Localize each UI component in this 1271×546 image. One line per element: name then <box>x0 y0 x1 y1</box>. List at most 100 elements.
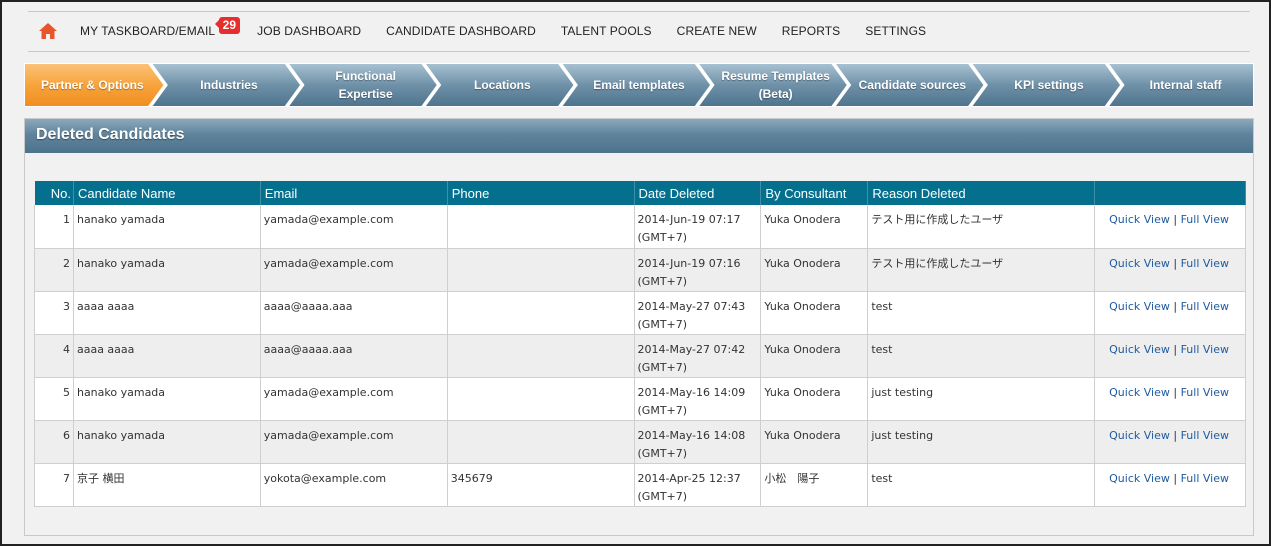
cell-candidate-name: 京子 横田 <box>72 463 261 507</box>
table-row: 4 aaaa aaaa aaaa@aaaa.aaa 2014-May-27 07:42… <box>34 334 1246 378</box>
step-4[interactable]: Email templates <box>577 63 702 107</box>
cell-no: 6 <box>34 420 74 464</box>
cell-date-deleted: 2014-May-27 07:42 (GMT+7) <box>633 334 762 378</box>
table-row: 7 京子 横田 yokota@example.com 345679 2014-Apr-2… <box>34 463 1246 507</box>
quick-view-link[interactable]: Quick View <box>1109 257 1170 270</box>
timezone-text: (GMT+7) <box>637 489 688 503</box>
step-0[interactable]: Partner & Options <box>30 63 155 107</box>
cell-phone <box>446 420 635 464</box>
timezone-text: (GMT+7) <box>637 360 688 374</box>
full-view-link[interactable]: Full View <box>1181 386 1229 399</box>
nav-settings[interactable]: SETTINGS <box>865 24 926 38</box>
date-text: 2014-Apr-25 12:37 <box>637 471 741 485</box>
cell-phone <box>446 248 635 292</box>
col-by-consultant[interactable]: By Consultant <box>760 181 869 205</box>
link-separator: | <box>1173 256 1178 270</box>
cell-candidate-name: hanako yamada <box>72 205 261 249</box>
notification-badge: 29 <box>214 17 241 34</box>
step-7[interactable]: KPI settings <box>987 63 1112 107</box>
quick-view-link[interactable]: Quick View <box>1109 343 1170 356</box>
link-separator: | <box>1173 299 1178 313</box>
cell-candidate-name: aaaa aaaa <box>72 291 261 335</box>
step-1[interactable]: Industries <box>167 63 292 107</box>
cell-actions: Quick View | Full View <box>1094 248 1246 292</box>
cell-actions: Quick View | Full View <box>1094 205 1246 249</box>
cell-reason: test <box>867 334 1096 378</box>
cell-date-deleted: 2014-May-16 14:09 (GMT+7) <box>633 377 762 421</box>
table-row: 3 aaaa aaaa aaaa@aaaa.aaa 2014-May-27 07:43… <box>34 291 1246 335</box>
nav-candidate-dashboard[interactable]: CANDIDATE DASHBOARD <box>386 24 536 38</box>
step-label-line1: Internal staff <box>1149 78 1222 92</box>
cell-phone <box>446 377 635 421</box>
cell-reason: テスト用に作成したユーザ <box>867 248 1096 292</box>
cell-consultant: Yuka Onodera <box>760 377 869 421</box>
step-label-line1: Email templates <box>593 78 685 92</box>
step-3[interactable]: Locations <box>440 63 565 107</box>
step-6[interactable]: Candidate sources <box>850 63 975 107</box>
date-text: 2014-Jun-19 07:17 <box>637 213 741 226</box>
full-view-link[interactable]: Full View <box>1181 300 1229 313</box>
step-label-line2: (Beta) <box>758 87 793 101</box>
cell-no: 7 <box>34 463 74 507</box>
nav-my-taskboard[interactable]: MY TASKBOARD/EMAIL 29 <box>80 17 241 38</box>
full-view-link[interactable]: Full View <box>1181 213 1229 226</box>
nav-create-new[interactable]: CREATE NEW <box>677 24 757 38</box>
step-8[interactable]: Internal staff <box>1123 63 1248 107</box>
panel-title: Deleted Candidates <box>25 119 1253 153</box>
quick-view-link[interactable]: Quick View <box>1109 300 1170 313</box>
step-5[interactable]: Resume Templates (Beta) <box>713 63 838 107</box>
cell-reason: just testing <box>867 377 1096 421</box>
cell-email: yokota@example.com <box>259 463 448 507</box>
step-label: Locations <box>474 76 531 94</box>
quick-view-link[interactable]: Quick View <box>1109 429 1170 442</box>
col-email[interactable]: Email <box>260 181 448 205</box>
step-label: Resume Templates (Beta) <box>721 67 830 103</box>
quick-view-link[interactable]: Quick View <box>1109 472 1170 485</box>
cell-no: 5 <box>34 377 74 421</box>
date-text: 2014-May-27 07:42 <box>637 342 746 356</box>
col-no[interactable]: No. <box>34 181 74 205</box>
full-view-link[interactable]: Full View <box>1181 472 1229 485</box>
cell-phone <box>446 334 635 378</box>
step-2[interactable]: Functional Expertise <box>303 63 428 107</box>
nav-label: MY TASKBOARD/EMAIL <box>80 24 216 38</box>
app-frame: MY TASKBOARD/EMAIL 29 JOB DASHBOARD CAND… <box>0 0 1271 546</box>
full-view-link[interactable]: Full View <box>1181 429 1229 442</box>
cell-candidate-name: aaaa aaaa <box>72 334 261 378</box>
cell-date-deleted: 2014-Jun-19 07:16 (GMT+7) <box>633 248 762 292</box>
cell-consultant: Yuka Onodera <box>760 205 869 249</box>
full-view-link[interactable]: Full View <box>1181 343 1229 356</box>
timezone-text: (GMT+7) <box>637 274 688 288</box>
col-phone[interactable]: Phone <box>447 181 635 205</box>
cell-consultant: Yuka Onodera <box>760 420 869 464</box>
full-view-link[interactable]: Full View <box>1181 257 1229 270</box>
cell-reason: just testing <box>867 420 1096 464</box>
deleted-candidates-table: No. Candidate Name Email Phone Date Dele… <box>34 181 1246 507</box>
step-label: Functional Expertise <box>335 67 396 103</box>
deleted-candidates-panel: Deleted Candidates No. Candidate Name Em… <box>24 118 1254 536</box>
step-label: Partner & Options <box>41 76 144 94</box>
quick-view-link[interactable]: Quick View <box>1109 386 1170 399</box>
cell-reason: test <box>867 291 1096 335</box>
col-reason-deleted[interactable]: Reason Deleted <box>867 181 1096 205</box>
step-label: Internal staff <box>1150 76 1222 94</box>
nav-reports[interactable]: REPORTS <box>782 24 841 38</box>
home-icon[interactable] <box>38 21 58 41</box>
cell-consultant: 小松 陽子 <box>760 463 869 507</box>
step-label-line1: KPI settings <box>1014 78 1084 92</box>
col-candidate-name[interactable]: Candidate Name <box>73 181 261 205</box>
cell-email: yamada@example.com <box>259 248 448 292</box>
divider <box>28 11 1250 12</box>
step-label-line1: Candidate sources <box>858 78 967 92</box>
step-label-line1: Partner & Options <box>40 78 144 92</box>
cell-no: 1 <box>34 205 74 249</box>
timezone-text: (GMT+7) <box>637 446 688 460</box>
nav-talent-pools[interactable]: TALENT POOLS <box>561 24 652 38</box>
col-date-deleted[interactable]: Date Deleted <box>634 181 762 205</box>
quick-view-link[interactable]: Quick View <box>1109 213 1170 226</box>
link-separator: | <box>1173 342 1178 356</box>
date-text: 2014-May-16 14:08 <box>637 428 746 442</box>
link-separator: | <box>1173 471 1178 485</box>
cell-consultant: Yuka Onodera <box>760 334 869 378</box>
nav-job-dashboard[interactable]: JOB DASHBOARD <box>257 24 361 38</box>
